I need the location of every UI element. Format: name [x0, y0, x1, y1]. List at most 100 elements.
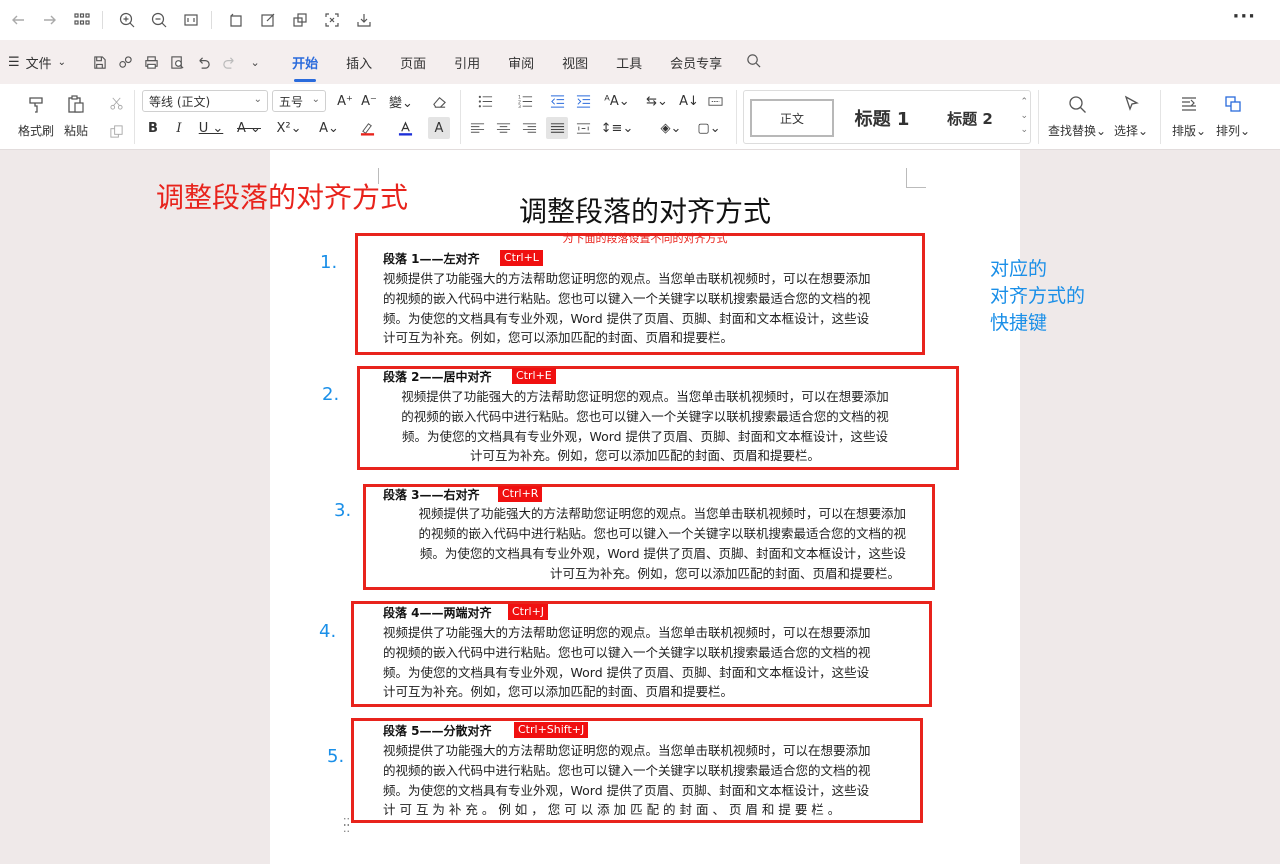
- eraser-icon[interactable]: [428, 90, 450, 112]
- style-normal[interactable]: 正文: [750, 99, 834, 137]
- numbered-list-icon[interactable]: 123: [508, 90, 542, 112]
- gallery-scroll-icon[interactable]: ⌃ ⌄ ⌄: [1020, 95, 1028, 137]
- paragraph-heading[interactable]: 段落 4——两端对齐: [383, 604, 492, 621]
- style-gallery: 正文 标题 1 标题 2 ⌃ ⌄ ⌄: [743, 90, 1031, 144]
- paragraph-line[interactable]: 计可互为补充。例如，您可以添加匹配的封面、页眉和提要栏。: [386, 445, 904, 464]
- paragraph-line[interactable]: 频。为使您的文档具有专业外观，Word 提供了页眉、页脚、封面和文本框设计，这些…: [383, 662, 869, 681]
- tab-page[interactable]: 页面: [400, 49, 426, 76]
- style-heading-2[interactable]: 标题 2: [930, 99, 1010, 137]
- print-icon[interactable]: [138, 49, 164, 75]
- underline-icon[interactable]: U ⌄: [194, 117, 228, 139]
- borders-icon[interactable]: ▢⌄: [694, 117, 724, 139]
- save-icon[interactable]: [86, 49, 112, 75]
- highlight-icon[interactable]: [350, 117, 384, 139]
- style-heading-1[interactable]: 标题 1: [842, 99, 922, 137]
- font-color-icon[interactable]: [388, 117, 422, 139]
- bullet-list-icon[interactable]: [468, 90, 502, 112]
- paragraph-line[interactable]: 视频提供了功能强大的方法帮助您证明您的观点。当您单击联机视频时，可以在想要添加: [383, 622, 871, 641]
- format-painter-button[interactable]: 格式刷: [18, 92, 54, 139]
- find-replace-button[interactable]: 查找替换⌄: [1048, 92, 1106, 139]
- paragraph-line[interactable]: 的视频的嵌入代码中进行粘贴。您也可以键入一个关键字以联机搜索最适合您的文档的视: [383, 760, 871, 779]
- strikethrough-icon[interactable]: A ⌄: [232, 117, 266, 139]
- char-shading-icon[interactable]: A: [428, 117, 450, 139]
- increase-indent-icon[interactable]: [572, 90, 594, 112]
- show-marks-icon[interactable]: [704, 90, 726, 112]
- paragraph-heading[interactable]: 段落 3——右对齐: [383, 486, 480, 503]
- paragraph-line[interactable]: 计 可 互 为 补 充 。 例 如 ， 您 可 以 添 加 匹 配 的 封 面 …: [383, 799, 840, 818]
- forward-icon[interactable]: [36, 6, 64, 34]
- paragraph-heading[interactable]: 段落 5——分散对齐: [383, 722, 492, 739]
- chevron-down-icon[interactable]: ⌄: [242, 49, 268, 75]
- paragraph-line[interactable]: 计可互为补充。例如，您可以添加匹配的封面、页眉和提要栏。: [383, 681, 733, 700]
- tab-review[interactable]: 审阅: [508, 49, 534, 76]
- paragraph-line[interactable]: 计可互为补充。例如，您可以添加匹配的封面、页眉和提要栏。: [386, 563, 900, 582]
- paragraph-line[interactable]: 频。为使您的文档具有专业外观，Word 提供了页眉、页脚、封面和文本框设计，这些…: [386, 426, 904, 445]
- paragraph-line[interactable]: 的视频的嵌入代码中进行粘贴。您也可以键入一个关键字以联机搜索最适合您的文档的视: [386, 523, 906, 542]
- undo-icon[interactable]: [190, 49, 216, 75]
- fit-page-icon[interactable]: [177, 6, 205, 34]
- print-preview-icon[interactable]: [164, 49, 190, 75]
- rotate-icon[interactable]: [222, 6, 250, 34]
- text-direction-icon[interactable]: ᴬA⌄: [600, 90, 634, 112]
- text-effect-icon[interactable]: A⌄: [312, 117, 346, 139]
- zoom-out-icon[interactable]: [145, 6, 173, 34]
- document-title[interactable]: 调整段落的对齐方式: [440, 190, 850, 230]
- share-icon[interactable]: [112, 49, 138, 75]
- sort-az-icon[interactable]: A↓: [678, 90, 700, 112]
- tab-member[interactable]: 会员专享: [670, 49, 722, 76]
- superscript-icon[interactable]: X²⌄: [272, 117, 306, 139]
- more-button[interactable]: ···: [1232, 6, 1256, 27]
- download-icon[interactable]: [350, 6, 378, 34]
- layout-button[interactable]: 排版⌄: [1172, 92, 1206, 139]
- font-name-select[interactable]: 等线 (正文) ⌄: [142, 90, 268, 112]
- grow-font-icon[interactable]: A⁺: [334, 90, 356, 112]
- align-center-icon[interactable]: [492, 117, 514, 139]
- align-left-icon[interactable]: [466, 117, 488, 139]
- shrink-font-icon[interactable]: A⁻: [358, 90, 380, 112]
- tab-insert[interactable]: 插入: [346, 49, 372, 76]
- tab-tools[interactable]: 工具: [616, 49, 642, 76]
- apps-grid-icon[interactable]: [68, 6, 96, 34]
- paragraph-line[interactable]: 频。为使您的文档具有专业外观，Word 提供了页眉、页脚、封面和文本框设计，这些…: [383, 308, 869, 327]
- tab-home[interactable]: 开始: [292, 49, 318, 82]
- sort-icon[interactable]: ⇆⌄: [642, 90, 672, 112]
- decrease-indent-icon[interactable]: [546, 90, 568, 112]
- bold-icon[interactable]: B: [142, 117, 164, 139]
- paragraph-line[interactable]: 视频提供了功能强大的方法帮助您证明您的观点。当您单击联机视频时，可以在想要添加: [383, 268, 871, 287]
- paragraph-heading[interactable]: 段落 1——左对齐: [383, 250, 480, 267]
- paragraph-line[interactable]: 频。为使您的文档具有专业外观，Word 提供了页眉、页脚、封面和文本框设计，这些…: [386, 543, 906, 562]
- paragraph-line[interactable]: 频。为使您的文档具有专业外观，Word 提供了页眉、页脚、封面和文本框设计，这些…: [383, 780, 869, 799]
- copy-format-icon[interactable]: [105, 120, 127, 142]
- justify-icon[interactable]: [546, 117, 568, 139]
- align-right-icon[interactable]: [518, 117, 540, 139]
- tab-view[interactable]: 视图: [562, 49, 588, 76]
- arrange-button[interactable]: 排列⌄: [1216, 92, 1250, 139]
- redo-icon[interactable]: [216, 49, 242, 75]
- paragraph-line[interactable]: 的视频的嵌入代码中进行粘贴。您也可以键入一个关键字以联机搜索最适合您的文档的视: [383, 288, 871, 307]
- edit-icon[interactable]: [254, 6, 282, 34]
- zoom-in-icon[interactable]: [113, 6, 141, 34]
- italic-icon[interactable]: I: [168, 117, 190, 139]
- tab-references[interactable]: 引用: [454, 49, 480, 76]
- paragraph-line[interactable]: 计可互为补充。例如，您可以添加匹配的封面、页眉和提要栏。: [383, 327, 733, 346]
- back-icon[interactable]: [4, 6, 32, 34]
- distribute-icon[interactable]: [572, 117, 594, 139]
- paragraph-heading[interactable]: 段落 2——居中对齐: [383, 368, 492, 385]
- paste-button[interactable]: 粘贴: [64, 92, 88, 139]
- paragraph-line[interactable]: 的视频的嵌入代码中进行粘贴。您也可以键入一个关键字以联机搜索最适合您的文档的视: [383, 642, 871, 661]
- copy-icon[interactable]: [286, 6, 314, 34]
- search-icon[interactable]: [746, 53, 761, 72]
- shading-icon[interactable]: ◈⌄: [656, 117, 686, 139]
- font-size-select[interactable]: 五号 ⌄: [272, 90, 326, 112]
- line-spacing-icon[interactable]: ↕≡⌄: [600, 117, 634, 139]
- paragraph-line[interactable]: 视频提供了功能强大的方法帮助您证明您的观点。当您单击联机视频时，可以在想要添加: [383, 740, 871, 759]
- fullscreen-icon[interactable]: [318, 6, 346, 34]
- file-menu-button[interactable]: ☰ 文件 ⌄: [8, 53, 66, 72]
- paragraph-line[interactable]: 的视频的嵌入代码中进行粘贴。您也可以键入一个关键字以联机搜索最适合您的文档的视: [386, 406, 904, 425]
- drag-handle-icon[interactable]: ⁚⁚ ⁚⁚: [343, 817, 350, 834]
- cut-icon[interactable]: [105, 92, 127, 114]
- select-button[interactable]: 选择⌄: [1114, 92, 1148, 139]
- phonetic-guide-icon[interactable]: 變⌄: [386, 90, 416, 112]
- paragraph-line[interactable]: 视频提供了功能强大的方法帮助您证明您的观点。当您单击联机视频时，可以在想要添加: [386, 386, 904, 405]
- paragraph-line[interactable]: 视频提供了功能强大的方法帮助您证明您的观点。当您单击联机视频时，可以在想要添加: [386, 503, 906, 522]
